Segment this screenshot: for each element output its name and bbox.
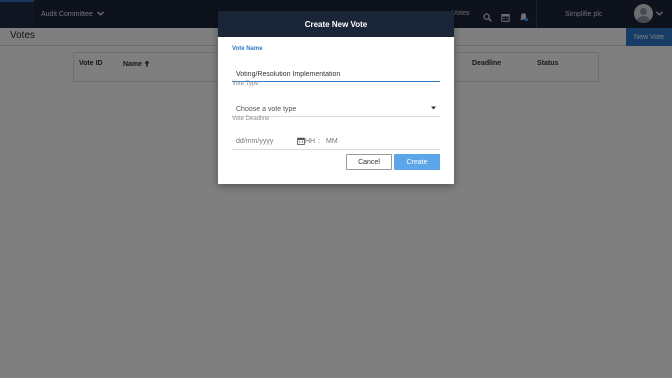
vote-name-input[interactable] (232, 67, 440, 82)
dialog-title: Create New Vote (304, 19, 368, 29)
deadline-date-input[interactable]: dd/mm/yyyy (236, 138, 273, 145)
deadline-minute-input[interactable]: MM (326, 138, 338, 145)
create-vote-dialog: Create New Vote Vote Name Vote Type Choo… (218, 11, 454, 184)
vote-type-label: Vote Type (232, 81, 259, 87)
deadline-hour-input[interactable]: HH (305, 138, 315, 145)
vote-type-value: Choose a vote type (236, 105, 297, 113)
vote-deadline-field: dd/mm/yyyy HH : MM (232, 135, 440, 150)
vote-type-select[interactable]: Choose a vote type (232, 102, 440, 117)
dialog-header: Create New Vote (218, 11, 454, 37)
time-separator: : (318, 138, 320, 145)
caret-down-icon (431, 106, 436, 112)
calendar-icon[interactable] (297, 137, 305, 145)
vote-name-label: Vote Name (232, 46, 263, 52)
cancel-button[interactable]: Cancel (346, 154, 392, 170)
create-button[interactable]: Create (394, 154, 440, 170)
vote-deadline-label: Vote Deadline (232, 116, 270, 122)
